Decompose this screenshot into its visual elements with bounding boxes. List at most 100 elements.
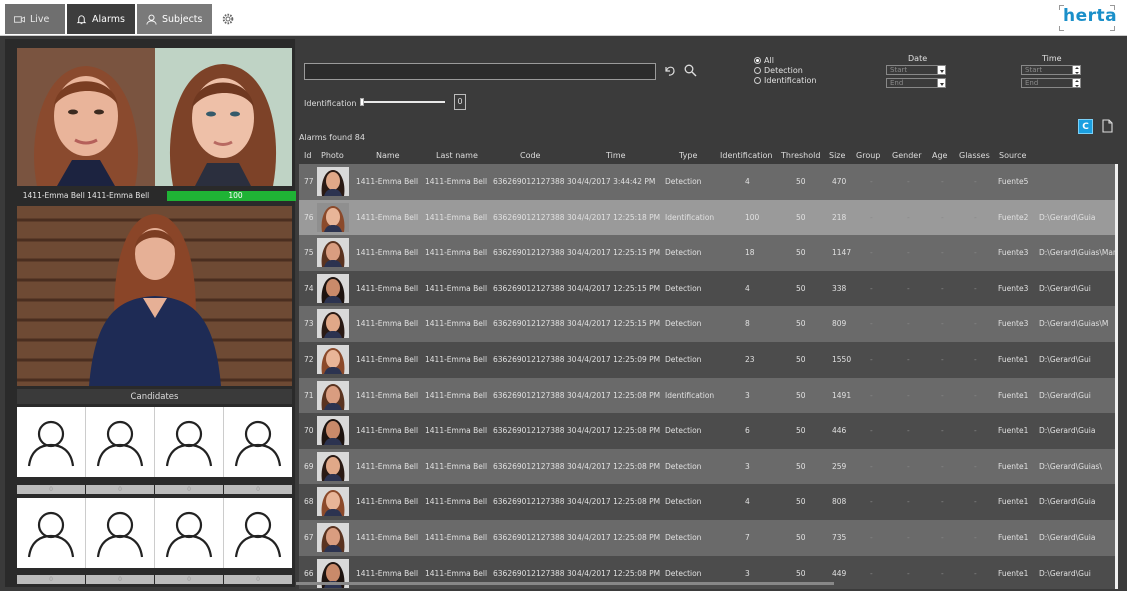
csv-export-button[interactable]: C [1078, 119, 1093, 134]
row-source-path: D:\Gerard\Guias\ [1039, 461, 1102, 471]
table-row[interactable]: 72 1411-Emma Bell 1411-Emma Bell 6362690121… [299, 342, 1118, 378]
candidate-slot[interactable] [86, 498, 155, 568]
row-age: - [941, 461, 944, 471]
gear-icon[interactable] [222, 13, 234, 25]
vertical-scrollbar[interactable] [1115, 164, 1118, 589]
row-time: 4/4/2017 12:25:08 PM [577, 426, 661, 436]
row-type: Detection [665, 283, 702, 293]
col-code[interactable]: Code [520, 151, 540, 160]
table-row[interactable]: 68 1411-Emma Bell 1411-Emma Bell 6362690121… [299, 484, 1118, 520]
undo-icon[interactable] [663, 64, 676, 77]
col-source[interactable]: Source [999, 151, 1026, 160]
row-gender: - [907, 497, 910, 507]
col-age[interactable]: Age [932, 151, 947, 160]
candidate-slot[interactable] [155, 498, 224, 568]
row-glasses: - [974, 568, 977, 578]
candidate-score: 0 [224, 575, 292, 584]
export-file-icon[interactable] [1101, 119, 1114, 133]
row-threshold: 50 [796, 355, 806, 364]
col-threshold[interactable]: Threshold [781, 151, 820, 160]
row-gender: - [907, 248, 910, 258]
table-row[interactable]: 77 1411-Emma Bell 1411-Emma Bell 6362690121… [299, 164, 1118, 200]
radio-all[interactable] [754, 56, 761, 64]
candidates-row-1 [17, 407, 292, 477]
row-time: 4/4/2017 12:25:18 PM [577, 212, 661, 222]
time-start-spinner[interactable] [1072, 65, 1081, 75]
row-name: 1411-Emma Bell [356, 390, 419, 400]
col-name[interactable]: Name [376, 151, 400, 160]
candidate-slot[interactable] [224, 407, 292, 477]
row-time: 4/4/2017 12:25:08 PM [577, 568, 661, 578]
col-id[interactable]: Id [304, 151, 311, 160]
horizontal-scrollbar[interactable] [296, 582, 834, 585]
radio-detection[interactable] [754, 66, 761, 74]
candidate-slot[interactable] [86, 407, 155, 477]
row-name: 1411-Emma Bell [356, 568, 419, 578]
row-age: - [941, 497, 944, 507]
user-placeholder-icon [96, 420, 144, 467]
row-photo [317, 238, 349, 268]
row-group: - [870, 426, 873, 436]
row-id: 66 [304, 568, 314, 578]
candidate-slot[interactable] [17, 498, 86, 568]
candidate-slot[interactable] [224, 498, 292, 568]
col-identification[interactable]: Identification [720, 151, 772, 160]
row-name: 1411-Emma Bell [356, 497, 419, 507]
table-row[interactable]: 75 1411-Emma Bell 1411-Emma Bell 6362690121… [299, 235, 1118, 271]
row-code: 636269012127388 30 [493, 426, 577, 436]
row-identification: 3 [745, 461, 750, 471]
candidate-slot[interactable] [155, 407, 224, 477]
time-end-spinner[interactable] [1072, 78, 1081, 88]
row-size: 259 [832, 461, 847, 471]
table-row[interactable]: 67 1411-Emma Bell 1411-Emma Bell 6362690121… [299, 520, 1118, 556]
search-icon[interactable] [684, 64, 697, 77]
col-time[interactable]: Time [606, 151, 626, 160]
row-photo [317, 273, 349, 303]
radio-identification[interactable] [754, 76, 761, 84]
col-photo[interactable]: Photo [321, 151, 344, 160]
filter-detection[interactable]: Detection [754, 65, 816, 75]
match-score-bar: 100 [167, 191, 304, 201]
identification-slider[interactable] [360, 98, 445, 106]
date-start-input[interactable]: Start [886, 65, 946, 75]
tab-live[interactable]: Live [5, 4, 65, 34]
filter-identification[interactable]: Identification [754, 75, 816, 85]
date-end-input[interactable]: End [886, 78, 946, 88]
row-type: Detection [665, 461, 702, 471]
search-input[interactable] [304, 63, 656, 80]
filter-all[interactable]: All [754, 55, 816, 65]
row-name: 1411-Emma Bell [356, 319, 419, 329]
row-size: 470 [832, 177, 847, 186]
time-end-input[interactable]: End [1021, 78, 1081, 88]
candidate-score: 0 [155, 485, 223, 494]
table-row[interactable]: 73 1411-Emma Bell 1411-Emma Bell 6362690121… [299, 306, 1118, 342]
table-row[interactable]: 70 1411-Emma Bell 1411-Emma Bell 6362690121… [299, 413, 1118, 449]
slider-thumb[interactable] [360, 98, 364, 106]
row-threshold: 50 [796, 390, 806, 400]
table-row[interactable]: 76 1411-Emma Bell 1411-Emma Bell 6362690121… [299, 199, 1118, 236]
row-identification: 4 [745, 177, 750, 186]
row-time: 4/4/2017 12:25:09 PM [577, 355, 661, 364]
tab-subjects[interactable]: Subjects [137, 4, 212, 34]
table-row[interactable]: 71 1411-Emma Bell 1411-Emma Bell 6362690121… [299, 377, 1118, 414]
table-row[interactable]: 69 1411-Emma Bell 1411-Emma Bell 6362690121… [299, 448, 1118, 485]
row-time: 4/4/2017 12:25:15 PM [577, 283, 661, 293]
col-glasses[interactable]: Glasses [959, 151, 990, 160]
col-last-name[interactable]: Last name [436, 151, 478, 160]
date-start-dropdown[interactable] [937, 65, 946, 75]
tab-alarms[interactable]: Alarms [67, 4, 135, 34]
row-size: 1550 [832, 355, 852, 364]
row-age: - [941, 177, 944, 186]
col-type[interactable]: Type [679, 151, 697, 160]
col-size[interactable]: Size [829, 151, 845, 160]
row-group: - [870, 283, 873, 293]
row-group: - [870, 390, 873, 400]
table-row[interactable]: 74 1411-Emma Bell 1411-Emma Bell 6362690121… [299, 270, 1118, 307]
date-end-dropdown[interactable] [937, 78, 946, 88]
time-start-input[interactable]: Start [1021, 65, 1081, 75]
row-age: - [941, 355, 944, 364]
col-group[interactable]: Group [856, 151, 880, 160]
col-gender[interactable]: Gender [892, 151, 921, 160]
row-source-path: D:\Gerard\Guia [1039, 497, 1096, 507]
candidate-slot[interactable] [17, 407, 86, 477]
